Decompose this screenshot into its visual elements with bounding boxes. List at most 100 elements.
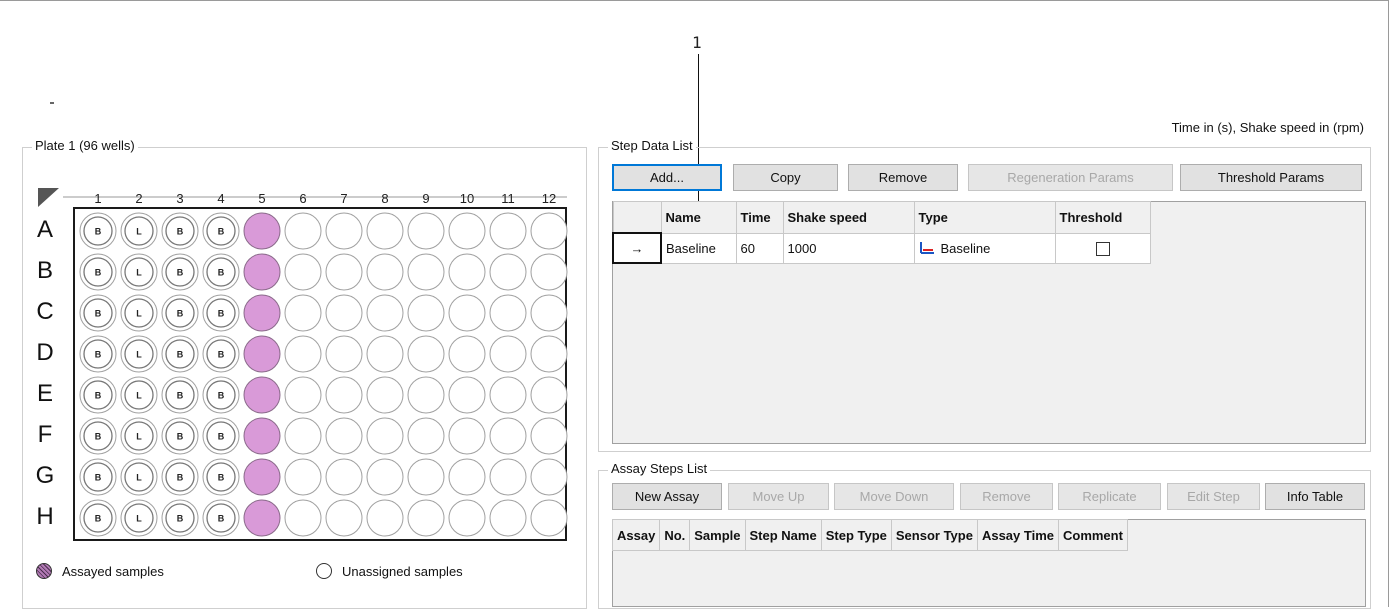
plate-well[interactable] bbox=[407, 335, 445, 373]
plate-well[interactable] bbox=[284, 417, 322, 455]
plate-well[interactable] bbox=[489, 458, 527, 496]
cell-threshold[interactable] bbox=[1054, 232, 1151, 264]
column-header-sample[interactable]: Sample bbox=[689, 519, 746, 551]
plate-well[interactable] bbox=[366, 417, 404, 455]
remove-assay-step-button[interactable]: Remove bbox=[960, 483, 1053, 510]
column-header-assay-time[interactable]: Assay Time bbox=[976, 519, 1059, 551]
plate-well[interactable] bbox=[284, 294, 322, 332]
current-row-indicator[interactable]: → bbox=[612, 232, 662, 264]
plate-well[interactable] bbox=[407, 294, 445, 332]
plate-map[interactable]: 1 2 3 4 5 6 7 8 9 10 11 12 A B C D E F G H B L B B B L B B B L B B B L B B B… bbox=[35, 185, 570, 543]
plate-well[interactable] bbox=[489, 417, 527, 455]
plate-well[interactable] bbox=[489, 212, 527, 250]
column-header-no[interactable]: No. bbox=[659, 519, 691, 551]
copy-step-button[interactable]: Copy bbox=[733, 164, 838, 191]
plate-well[interactable] bbox=[448, 335, 486, 373]
plate-well[interactable] bbox=[448, 417, 486, 455]
plate-map-svg[interactable]: 1 2 3 4 5 6 7 8 9 10 11 12ABCDEFGHB L B BB L B BB L B BB L B BB… bbox=[35, 185, 570, 543]
plate-well[interactable] bbox=[530, 376, 568, 414]
plate-well[interactable] bbox=[489, 376, 527, 414]
add-step-button[interactable]: Add... bbox=[612, 164, 722, 191]
column-header-sensor-type[interactable]: Sensor Type bbox=[890, 519, 978, 551]
column-header-comment[interactable]: Comment bbox=[1057, 519, 1128, 551]
replicate-button[interactable]: Replicate bbox=[1058, 483, 1161, 510]
plate-well[interactable] bbox=[284, 499, 322, 537]
plate-well[interactable] bbox=[448, 458, 486, 496]
move-up-button[interactable]: Move Up bbox=[728, 483, 829, 510]
plate-well[interactable] bbox=[243, 458, 281, 496]
plate-well[interactable] bbox=[530, 294, 568, 332]
plate-well[interactable] bbox=[243, 335, 281, 373]
edit-step-button[interactable]: Edit Step bbox=[1167, 483, 1260, 510]
remove-step-button[interactable]: Remove bbox=[848, 164, 958, 191]
plate-well[interactable] bbox=[325, 335, 363, 373]
threshold-params-button[interactable]: Threshold Params bbox=[1180, 164, 1362, 191]
plate-well[interactable] bbox=[243, 253, 281, 291]
plate-well[interactable] bbox=[366, 376, 404, 414]
plate-well[interactable] bbox=[243, 376, 281, 414]
plate-well[interactable] bbox=[366, 253, 404, 291]
plate-well[interactable] bbox=[407, 253, 445, 291]
column-header-threshold[interactable]: Threshold bbox=[1054, 201, 1151, 234]
plate-well[interactable] bbox=[325, 376, 363, 414]
plate-well[interactable] bbox=[530, 499, 568, 537]
plate-well[interactable] bbox=[366, 212, 404, 250]
threshold-checkbox[interactable] bbox=[1095, 241, 1110, 256]
plate-well[interactable] bbox=[407, 376, 445, 414]
cell-time[interactable]: 60 bbox=[735, 232, 784, 264]
plate-well[interactable] bbox=[407, 417, 445, 455]
new-assay-button[interactable]: New Assay bbox=[612, 483, 722, 510]
column-header-step-type[interactable]: Step Type bbox=[820, 519, 892, 551]
plate-well[interactable] bbox=[489, 499, 527, 537]
column-header-time[interactable]: Time bbox=[735, 201, 784, 234]
plate-well[interactable] bbox=[284, 458, 322, 496]
column-header-assay[interactable]: Assay bbox=[611, 519, 661, 551]
plate-well[interactable] bbox=[284, 253, 322, 291]
plate-well[interactable] bbox=[325, 499, 363, 537]
move-down-button[interactable]: Move Down bbox=[834, 483, 954, 510]
column-header-type[interactable]: Type bbox=[913, 201, 1056, 234]
plate-well[interactable] bbox=[325, 253, 363, 291]
plate-well[interactable] bbox=[325, 212, 363, 250]
plate-well[interactable] bbox=[407, 499, 445, 537]
plate-well[interactable] bbox=[448, 253, 486, 291]
plate-well[interactable] bbox=[284, 212, 322, 250]
column-header-step-name[interactable]: Step Name bbox=[744, 519, 822, 551]
frame-top-border bbox=[0, 0, 1389, 1]
plate-well[interactable] bbox=[448, 294, 486, 332]
plate-well[interactable] bbox=[243, 499, 281, 537]
cell-name[interactable]: Baseline bbox=[660, 232, 737, 264]
plate-well[interactable] bbox=[448, 376, 486, 414]
plate-well[interactable] bbox=[284, 376, 322, 414]
table-row[interactable]: → Baseline 60 1000 Baseline bbox=[612, 232, 1151, 264]
plate-well[interactable] bbox=[325, 294, 363, 332]
plate-well[interactable] bbox=[530, 458, 568, 496]
plate-well[interactable] bbox=[366, 458, 404, 496]
plate-well[interactable] bbox=[243, 212, 281, 250]
plate-well[interactable] bbox=[407, 212, 445, 250]
plate-well[interactable] bbox=[366, 335, 404, 373]
plate-well[interactable] bbox=[366, 294, 404, 332]
plate-well[interactable] bbox=[325, 458, 363, 496]
plate-well[interactable] bbox=[243, 294, 281, 332]
plate-well[interactable] bbox=[530, 212, 568, 250]
plate-well[interactable] bbox=[407, 458, 445, 496]
plate-well[interactable] bbox=[489, 253, 527, 291]
column-header-name[interactable]: Name bbox=[660, 201, 737, 234]
cell-shake-speed[interactable]: 1000 bbox=[782, 232, 915, 264]
cell-type[interactable]: Baseline bbox=[913, 232, 1056, 264]
plate-well[interactable] bbox=[489, 335, 527, 373]
plate-well[interactable] bbox=[489, 294, 527, 332]
plate-well[interactable] bbox=[325, 417, 363, 455]
plate-well[interactable] bbox=[448, 212, 486, 250]
plate-well[interactable] bbox=[284, 335, 322, 373]
plate-well[interactable] bbox=[530, 253, 568, 291]
plate-well[interactable] bbox=[530, 417, 568, 455]
column-header-shake-speed[interactable]: Shake speed bbox=[782, 201, 915, 234]
plate-well[interactable] bbox=[243, 417, 281, 455]
info-table-button[interactable]: Info Table bbox=[1265, 483, 1365, 510]
plate-well[interactable] bbox=[530, 335, 568, 373]
plate-well[interactable] bbox=[366, 499, 404, 537]
regeneration-params-button[interactable]: Regeneration Params bbox=[968, 164, 1173, 191]
plate-well[interactable] bbox=[448, 499, 486, 537]
